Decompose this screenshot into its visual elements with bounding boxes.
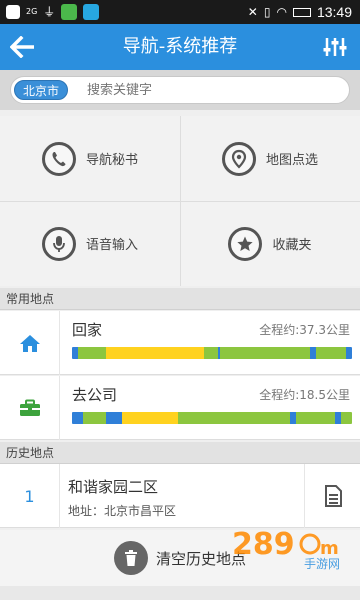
traffic-bar <box>72 412 352 424</box>
bottom-strip <box>0 586 360 600</box>
traffic-segment <box>315 347 347 359</box>
place-name: 回家 <box>72 321 103 339</box>
sync-notify-icon <box>83 3 100 20</box>
traffic-segment <box>77 347 106 359</box>
traffic-segment <box>203 347 218 359</box>
history-index: 1 <box>0 464 60 528</box>
phone-icon <box>41 141 76 176</box>
trash-icon <box>113 541 148 575</box>
map-pin-icon <box>221 141 256 176</box>
signal-text: 2G <box>26 7 38 16</box>
traffic-segment <box>105 347 204 359</box>
traffic-segment <box>295 412 336 424</box>
traffic-segment <box>346 347 352 359</box>
briefcase-icon <box>0 376 60 440</box>
system-icons: ✕ ▯ ◠ 13:49 <box>248 4 352 20</box>
traffic-segment <box>72 412 84 424</box>
traffic-segment <box>178 412 291 424</box>
back-button[interactable] <box>6 30 40 64</box>
app-notify-icon <box>61 3 78 20</box>
watermark-logo: 289 m 手游网 <box>232 527 340 570</box>
status-bar: 2G ⏚ ✕ ▯ ◠ 13:49 <box>0 0 360 24</box>
microphone-icon <box>41 226 76 261</box>
title-bar: 导航-系统推荐 <box>0 24 360 70</box>
svg-text:289: 289 <box>232 527 295 562</box>
page-title: 导航-系统推荐 <box>122 36 238 57</box>
voice-input-label: 语音输入 <box>85 238 138 253</box>
traffic-segment <box>105 412 123 424</box>
traffic-segment <box>122 412 179 424</box>
map-pick-label: 地图点选 <box>265 153 318 168</box>
battery-icon <box>292 7 311 17</box>
notification-icons: 2G ⏚ <box>6 3 100 20</box>
favorites-label: 收藏夹 <box>272 238 312 253</box>
search-bar: 北京市 <box>0 70 360 110</box>
place-distance: 全程约:37.3公里 <box>259 323 350 337</box>
wifi-icon: ◠ <box>276 5 287 19</box>
map-pick-button[interactable]: 地图点选 <box>180 116 360 201</box>
svg-text:m: m <box>320 538 339 559</box>
star-icon <box>228 226 263 261</box>
frequent-place-office[interactable]: 去公司 全程约:18.5公里 <box>0 376 360 440</box>
history-item[interactable]: 1 和谐家园二区 地址：北京市昌平区 <box>0 464 360 528</box>
frequent-place-home[interactable]: 回家 全程约:37.3公里 <box>0 311 360 375</box>
voice-input-button[interactable]: 语音输入 <box>0 201 180 286</box>
usb-icon: ⏚ <box>43 5 56 19</box>
mute-icon: ✕ <box>247 5 258 19</box>
place-name: 去公司 <box>72 386 118 404</box>
traffic-bar <box>72 347 352 359</box>
nav-assistant-label: 导航秘书 <box>85 153 138 168</box>
vibrate-icon: ▯ <box>263 5 271 19</box>
quick-actions-grid: 导航秘书 地图点选 语音输入 收藏夹 <box>0 116 360 286</box>
gallery-notify-icon <box>6 4 20 19</box>
search-box: 北京市 <box>10 76 350 104</box>
traffic-segment <box>340 412 352 424</box>
history-name: 和谐家园二区 <box>68 478 159 496</box>
history-header: 历史地点 <box>0 442 360 464</box>
svg-text:手游网: 手游网 <box>304 557 340 570</box>
home-icon <box>0 311 60 375</box>
history-address: 地址：北京市昌平区 <box>68 504 177 518</box>
sliders-icon <box>323 38 347 56</box>
city-selector[interactable]: 北京市 <box>14 80 69 100</box>
frequent-places-header: 常用地点 <box>0 288 360 310</box>
clock: 13:49 <box>316 4 352 20</box>
traffic-segment <box>220 347 310 359</box>
nav-assistant-button[interactable]: 导航秘书 <box>0 116 180 201</box>
traffic-segment <box>83 412 106 424</box>
place-distance: 全程约:18.5公里 <box>259 388 350 402</box>
document-icon <box>324 485 342 507</box>
arrow-left-icon <box>10 36 34 58</box>
preferences-button[interactable] <box>318 30 352 64</box>
history-detail-button[interactable] <box>304 464 360 528</box>
search-input[interactable] <box>87 77 337 103</box>
favorites-button[interactable]: 收藏夹 <box>180 201 360 286</box>
